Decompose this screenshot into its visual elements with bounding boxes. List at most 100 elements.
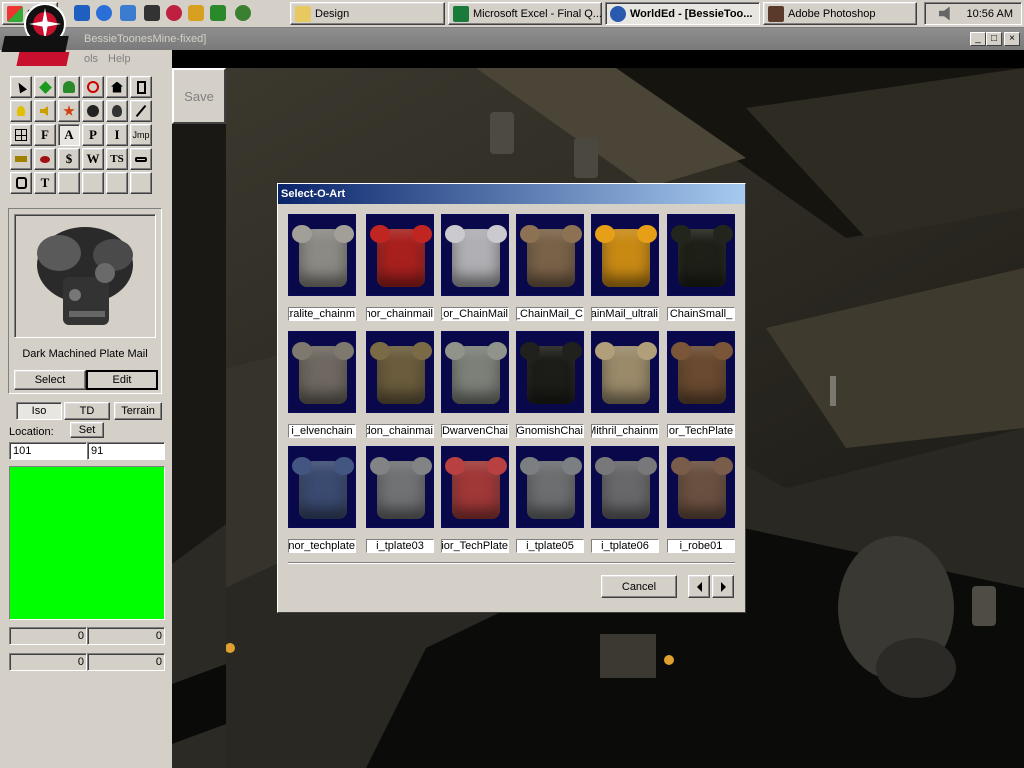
empty-tool-4[interactable]	[130, 172, 152, 194]
empty-tool-1[interactable]	[58, 172, 80, 194]
art-thumbnail[interactable]: rmor_chainmail	[366, 214, 434, 321]
td-view-button[interactable]: TD	[64, 402, 110, 420]
arrow-tool[interactable]	[10, 76, 32, 98]
network-icon[interactable]	[120, 5, 136, 21]
location-label: Location:	[9, 426, 54, 438]
armor-thumbnail-image	[591, 331, 659, 413]
eyedropper-tool[interactable]	[130, 100, 152, 122]
armor-thumbnail-image	[516, 331, 584, 413]
location-x-field[interactable]: 101	[9, 442, 87, 460]
map-viewport-left[interactable]	[172, 124, 226, 768]
art-thumbnail[interactable]: Mithril_chainm	[591, 331, 659, 438]
cancel-button[interactable]: Cancel	[601, 575, 677, 598]
block-tool[interactable]	[82, 76, 104, 98]
key-tool[interactable]	[130, 148, 152, 170]
art-thumbnail[interactable]: i_tplate03	[366, 446, 434, 553]
portal-tool[interactable]: P	[82, 124, 104, 146]
tileset-tool[interactable]: TS	[106, 148, 128, 170]
art-thumbnail[interactable]: i_tplate06	[591, 446, 659, 553]
blood-tool[interactable]	[34, 148, 56, 170]
art-thumbnail[interactable]: or_ChainMail_	[441, 214, 509, 321]
terrain-view-button[interactable]: Terrain	[114, 402, 162, 420]
armor-thumbnail-image	[288, 446, 356, 528]
prev-page-button[interactable]	[688, 575, 710, 598]
maximize-button[interactable]: □	[986, 32, 1002, 46]
light-tool[interactable]	[10, 100, 32, 122]
art-thumbnail-label: i_tplate05	[516, 539, 584, 553]
worlded-icon	[610, 5, 626, 22]
art-thumbnail[interactable]: ior_TechPlate	[441, 446, 509, 553]
menu-help[interactable]: Help	[108, 53, 131, 65]
art-thumbnail[interactable]: ultralite_chainm	[288, 214, 356, 321]
grid-tool[interactable]	[10, 124, 32, 146]
empty-tool-2[interactable]	[82, 172, 104, 194]
floor-tool[interactable]: F	[34, 124, 56, 146]
editor-sidebar: F A P I Jmp $ W TS T Dark Machined Plate…	[0, 68, 172, 768]
script-tool[interactable]	[10, 172, 32, 194]
house-tool[interactable]	[106, 76, 128, 98]
art-thumbnail[interactable]: GnomishChai	[516, 331, 584, 438]
armor-thumbnail-image	[516, 214, 584, 296]
art-thumbnail[interactable]: i_tplate05	[516, 446, 584, 553]
task-excel[interactable]: Microsoft Excel - Final Q...	[448, 2, 602, 25]
window-titlebar: BessieToonesMine-fixed] _ □ ×	[0, 28, 1024, 50]
m-app-icon[interactable]	[144, 5, 160, 21]
minimap[interactable]	[9, 466, 165, 620]
task-worlded[interactable]: WorldEd - [BessieToo...	[605, 2, 760, 25]
torch-tool[interactable]	[10, 148, 32, 170]
art-preview	[14, 214, 156, 338]
art-thumbnail[interactable]: adon_chainmai	[366, 331, 434, 438]
starburst-icon	[63, 105, 75, 116]
stop-app-icon[interactable]	[166, 5, 182, 21]
pencil-app-icon[interactable]	[188, 5, 204, 21]
art-thumbnail-label: ultralite_chainm	[288, 307, 356, 321]
set-location-button[interactable]: Set	[70, 422, 104, 438]
save-button[interactable]: Save	[172, 68, 226, 124]
art-thumbnail-label: i_elvenchain	[288, 424, 356, 438]
location-y-field[interactable]: 91	[87, 442, 165, 460]
art-thumbnail-label: or_TechPlate	[667, 424, 735, 438]
gem-tool[interactable]	[34, 76, 56, 98]
text-tool[interactable]: T	[34, 172, 56, 194]
close-button[interactable]: ×	[1004, 32, 1020, 46]
jump-tool[interactable]: Jmp	[130, 124, 152, 146]
art-thumbnail[interactable]: i_elvenchain	[288, 331, 356, 438]
art-thumbnail[interactable]: i_robe01	[667, 446, 735, 553]
folder-icon	[295, 5, 311, 22]
art-thumbnail[interactable]: hainMail_ultrali	[591, 214, 659, 321]
ie-icon[interactable]	[96, 5, 112, 21]
money-tool[interactable]: $	[58, 148, 80, 170]
effect-tool[interactable]	[58, 100, 80, 122]
leaf-app-icon[interactable]	[210, 5, 226, 21]
art-thumbnail[interactable]: nor_techplate	[288, 446, 356, 553]
task-photoshop[interactable]: Adobe Photoshop	[763, 2, 917, 25]
tree-tool[interactable]	[58, 76, 80, 98]
counter-field: 0	[87, 653, 165, 671]
volume-icon[interactable]	[938, 6, 950, 21]
art-tool[interactable]: A	[58, 124, 80, 146]
next-page-button[interactable]	[712, 575, 734, 598]
door-tool[interactable]	[130, 76, 152, 98]
art-thumbnail[interactable]: DwarvenChai	[441, 331, 509, 438]
select-button[interactable]: Select	[14, 370, 86, 390]
art-thumbnail[interactable]: _ChainSmall	[667, 214, 735, 321]
creature-tool[interactable]	[82, 100, 104, 122]
armor-thumbnail-image	[591, 214, 659, 296]
armor-thumbnail-image	[667, 331, 735, 413]
minimize-button[interactable]: _	[970, 32, 986, 46]
armor-thumbnail-image	[288, 331, 356, 413]
art-thumbnail[interactable]: or_ChainMail_C	[516, 214, 584, 321]
task-design[interactable]: Design	[290, 2, 445, 25]
item-tool[interactable]: I	[106, 124, 128, 146]
empty-tool-3[interactable]	[106, 172, 128, 194]
sound-tool[interactable]	[34, 100, 56, 122]
iso-view-button[interactable]: Iso	[16, 402, 62, 420]
frog-app-icon[interactable]	[235, 5, 251, 21]
taskbar: St Design Microsoft Excel - Final Q... W…	[0, 0, 1024, 28]
art-thumbnail[interactable]: or_TechPlate	[667, 331, 735, 438]
npc-tool[interactable]	[106, 100, 128, 122]
photoshop-icon	[768, 5, 784, 22]
edit-button[interactable]: Edit	[86, 370, 158, 390]
wall-tool[interactable]: W	[82, 148, 104, 170]
eyedropper-icon	[135, 104, 147, 118]
